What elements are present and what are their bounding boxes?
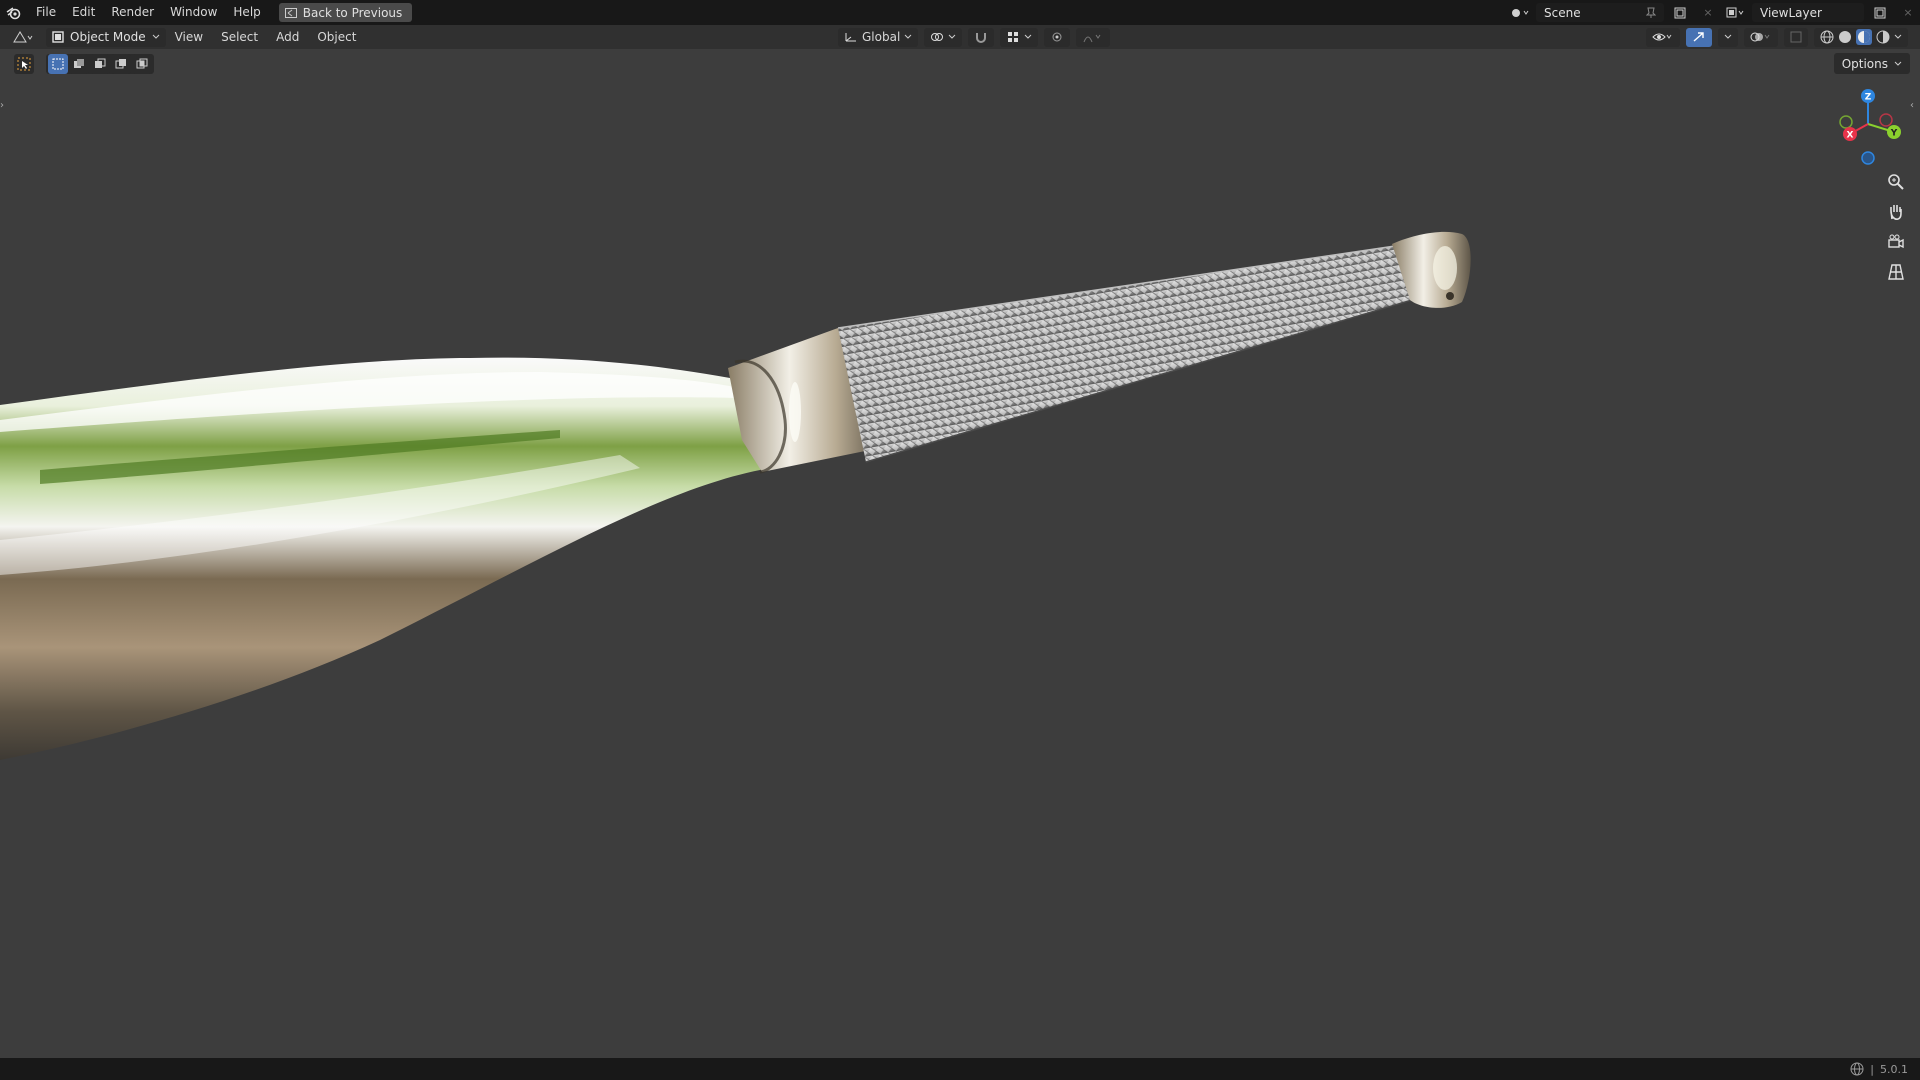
solid-shading-icon[interactable] <box>1838 30 1852 44</box>
snap-toggle[interactable] <box>968 27 995 47</box>
chevron-down-icon <box>152 34 159 39</box>
back-icon <box>284 7 297 18</box>
new-viewlayer-icon[interactable] <box>1868 3 1892 22</box>
scene-name-field[interactable]: Scene <box>1536 3 1664 22</box>
orientation-label: Global <box>862 30 901 44</box>
xray-toggle[interactable] <box>1784 27 1808 47</box>
proportional-editing-toggle[interactable] <box>1044 27 1071 47</box>
object-mode-dropdown[interactable]: Object Mode <box>46 27 166 47</box>
chevron-down-icon <box>1024 34 1032 39</box>
shading-tools <box>1646 25 1908 49</box>
overlays-icon <box>1750 32 1770 42</box>
menu-window[interactable]: Window <box>162 0 225 25</box>
delete-scene-icon[interactable]: × <box>1696 3 1720 22</box>
object-mode-label: Object Mode <box>70 30 146 44</box>
visibility-dropdown[interactable] <box>1646 27 1680 47</box>
back-to-previous-button[interactable]: Back to Previous <box>278 3 413 22</box>
magnet-icon <box>976 33 987 43</box>
editor-type-icon[interactable] <box>12 28 36 49</box>
menu-add[interactable]: Add <box>267 30 308 44</box>
new-scene-icon[interactable] <box>1668 3 1692 22</box>
back-to-previous-label: Back to Previous <box>302 5 403 20</box>
pivot-icon <box>931 33 944 41</box>
gizmo-toggle[interactable] <box>1686 27 1712 47</box>
viewport-nav-buttons <box>1882 170 1910 284</box>
menu-help[interactable]: Help <box>225 0 268 25</box>
delete-viewlayer-icon[interactable]: × <box>1896 3 1920 22</box>
object-mode-icon <box>52 31 64 43</box>
chevron-down-icon <box>904 34 912 39</box>
proportional-icon <box>1052 32 1062 42</box>
menu-select[interactable]: Select <box>212 30 267 44</box>
snap-grid-icon <box>1008 32 1019 42</box>
menu-object[interactable]: Object <box>308 30 365 44</box>
end-cap-highlight <box>1433 246 1457 290</box>
3d-viewport[interactable] <box>0 49 1920 1058</box>
eye-selectability-icon <box>1652 33 1672 41</box>
rendered-shading-icon[interactable] <box>1876 30 1890 44</box>
gizmo-dropdown[interactable] <box>1718 27 1738 47</box>
viewport-header: Object Mode View Select Add Object Globa… <box>0 25 1920 49</box>
chevron-down-icon <box>1894 34 1902 39</box>
collar-highlight <box>789 382 801 442</box>
chevron-down-icon <box>1724 34 1732 39</box>
chevron-down-icon <box>948 34 956 39</box>
overlays-toggle[interactable] <box>1744 27 1778 47</box>
falloff-dropdown[interactable] <box>1076 27 1111 47</box>
end-cap-hole <box>1446 292 1454 300</box>
top-bar: File Edit Render Window Help Back to Pre… <box>0 0 1920 25</box>
neg-y-handle[interactable] <box>1839 115 1853 129</box>
x-axis-label: X <box>1847 131 1854 141</box>
hand-pan-icon <box>1890 205 1902 220</box>
camera-view-button[interactable] <box>1882 230 1910 254</box>
menu-render[interactable]: Render <box>103 0 162 25</box>
globe-icon <box>1850 1062 1864 1076</box>
camera-icon <box>1888 234 1904 249</box>
xray-icon <box>1790 31 1802 43</box>
blender-logo-icon[interactable] <box>0 0 28 25</box>
zoom-icon <box>1888 174 1904 190</box>
knurled-grip <box>838 246 1412 462</box>
neg-z-handle[interactable] <box>1861 151 1875 165</box>
sidebar-expand-icon[interactable]: ‹ <box>1910 100 1918 116</box>
pan-button[interactable] <box>1882 200 1910 224</box>
viewlayer-browse-icon[interactable] <box>1724 3 1748 22</box>
view-layer-field[interactable]: ViewLayer <box>1752 3 1864 22</box>
z-axis-label: Z <box>1865 93 1872 103</box>
status-bar: | 5.0.1 <box>0 1058 1920 1080</box>
status-separator: | <box>1870 1062 1874 1076</box>
orientation-dropdown[interactable]: Global <box>838 27 919 47</box>
menu-edit[interactable]: Edit <box>64 0 103 25</box>
neg-x-handle[interactable] <box>1879 113 1893 127</box>
y-axis-label: Y <box>1890 129 1898 139</box>
menu-file[interactable]: File <box>28 0 64 25</box>
toolbar-expand-icon[interactable]: › <box>0 100 8 116</box>
topbar-right-group: Scene × ViewLayer × <box>1508 0 1920 25</box>
transform-tools: Global <box>838 25 1111 49</box>
version-label: 5.0.1 <box>1880 1062 1908 1076</box>
pivot-dropdown[interactable] <box>924 27 963 47</box>
navigation-gizmo[interactable]: Z Y X <box>1830 84 1910 168</box>
material-preview-icon[interactable] <box>1856 29 1872 45</box>
wireframe-shading-icon[interactable] <box>1820 30 1834 44</box>
orientation-icon <box>845 33 856 42</box>
grid-perspective-icon <box>1888 264 1904 280</box>
gizmo-icon <box>1693 32 1704 42</box>
zoom-button[interactable] <box>1882 170 1910 194</box>
perspective-toggle-button[interactable] <box>1882 260 1910 284</box>
falloff-curve-icon <box>1083 34 1101 43</box>
shading-mode-group[interactable] <box>1814 27 1908 47</box>
view-layer-name: ViewLayer <box>1760 5 1822 20</box>
snap-target-dropdown[interactable] <box>1000 27 1039 47</box>
pin-icon[interactable] <box>1646 7 1656 19</box>
scene-browse-icon[interactable] <box>1508 3 1532 22</box>
menu-view[interactable]: View <box>166 30 212 44</box>
scene-name: Scene <box>1544 5 1581 20</box>
